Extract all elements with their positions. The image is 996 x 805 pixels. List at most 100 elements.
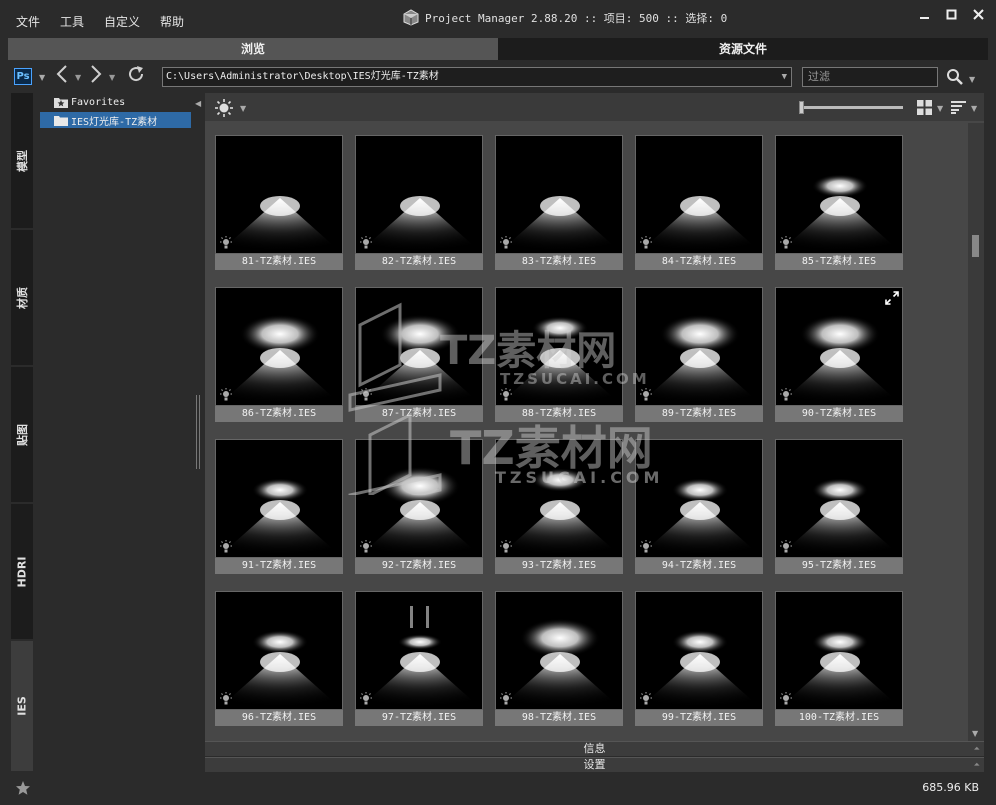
thumbnail-label: 88-TZ素材.IES [495,406,623,422]
search-icon[interactable] [946,68,964,86]
thumbnail-item[interactable]: 88-TZ素材.IES [495,287,623,423]
app-logo-icon [403,9,419,26]
vertical-scrollbar[interactable]: ▼ [968,123,984,741]
side-tab-textures[interactable]: 贴图 [11,367,33,502]
star-icon[interactable] [15,780,31,796]
light-bulb-icon [360,540,372,553]
ies-preview-image [635,439,763,558]
thumbnail-size-slider[interactable] [800,106,903,109]
category-tabs: 模型 材质 贴图 HDRI IES [11,93,33,771]
window-controls [919,9,984,24]
scroll-down-icon[interactable]: ▼ [972,729,978,738]
ies-preview-image [635,591,763,710]
app-dropdown-icon[interactable]: ▼ [39,73,45,82]
light-bulb-icon [780,236,792,249]
search-dropdown-icon[interactable]: ▼ [969,75,975,84]
menu-file[interactable]: 文件 [16,13,40,30]
ies-preview-image [215,287,343,406]
menu-help[interactable]: 帮助 [160,13,184,30]
thumbnail-item[interactable]: 98-TZ素材.IES [495,591,623,727]
thumbnail-item[interactable]: 92-TZ素材.IES [355,439,483,575]
thumbnail-label: 82-TZ素材.IES [355,254,483,270]
thumbnail-item[interactable]: 87-TZ素材.IES [355,287,483,423]
tree-item-favorites[interactable]: Favorites [54,94,125,110]
side-tab-models[interactable]: 模型 [11,93,33,228]
path-input[interactable]: C:\Users\Administrator\Desktop\IES灯光库-TZ… [162,67,792,87]
ies-preview-image [775,439,903,558]
sort-icon[interactable] [951,101,966,114]
slider-handle[interactable] [799,101,804,114]
light-bulb-icon [640,692,652,705]
ies-preview-image [355,287,483,406]
folder-icon [54,115,68,126]
expand-settings-icon[interactable]: ⏶ [974,758,980,772]
thumbnail-item[interactable]: 93-TZ素材.IES [495,439,623,575]
view-dropdown-icon[interactable]: ▼ [937,104,943,113]
settings-panel-header[interactable]: 设置 ⏶ [205,757,984,772]
light-dropdown-icon[interactable]: ▼ [240,104,246,113]
ies-preview-image [495,287,623,406]
side-tab-hdri[interactable]: HDRI [11,504,33,639]
thumbnail-item[interactable]: 91-TZ素材.IES [215,439,343,575]
side-tab-materials[interactable]: 材质 [11,230,33,365]
path-dropdown-icon[interactable]: ▼ [782,68,787,86]
menu-tools[interactable]: 工具 [60,13,84,30]
thumbnail-item[interactable]: 99-TZ素材.IES [635,591,763,727]
light-bulb-icon [500,388,512,401]
thumbnail-item[interactable]: 97-TZ素材.IES [355,591,483,727]
light-bulb-icon [780,540,792,553]
thumbnail-item[interactable]: 84-TZ素材.IES [635,135,763,271]
status-bar: 685.96 KB [0,773,996,805]
thumbnail-item[interactable]: 100-TZ素材.IES [775,591,903,727]
thumbnail-item[interactable]: 89-TZ素材.IES [635,287,763,423]
refresh-button[interactable] [127,65,145,88]
light-icon[interactable] [214,98,234,118]
maximize-icon [946,9,957,20]
forward-button[interactable] [89,64,103,89]
back-button[interactable] [55,64,69,89]
close-icon [973,9,984,20]
thumbnail-label: 90-TZ素材.IES [775,406,903,422]
ies-preview-image [355,591,483,710]
forward-dropdown-icon[interactable]: ▼ [109,73,115,82]
filter-input[interactable]: 过滤 [802,67,938,87]
minimize-button[interactable] [919,9,930,24]
tree-item-ies-library[interactable]: IES灯光库-TZ素材 [40,112,191,128]
collapse-arrow-icon[interactable]: ◀ [195,99,201,108]
light-bulb-icon [780,388,792,401]
tab-browse[interactable]: 浏览 [8,38,498,60]
expand-info-icon[interactable]: ⏶ [974,742,980,756]
path-text: C:\Users\Administrator\Desktop\IES灯光库-TZ… [166,71,439,82]
expand-icon[interactable] [885,291,899,305]
light-bulb-icon [640,540,652,553]
maximize-button[interactable] [946,9,957,24]
thumbnail-label: 87-TZ素材.IES [355,406,483,422]
info-panel-header[interactable]: 信息 ⏶ [205,741,984,756]
close-button[interactable] [973,9,984,24]
thumbnail-item[interactable]: 85-TZ素材.IES [775,135,903,271]
grid-view-icon[interactable] [917,100,932,115]
tab-resources[interactable]: 资源文件 [498,38,988,60]
thumbnail-item[interactable]: 96-TZ素材.IES [215,591,343,727]
back-dropdown-icon[interactable]: ▼ [75,73,81,82]
thumbnail-label: 95-TZ素材.IES [775,558,903,574]
thumbnail-item[interactable]: 95-TZ素材.IES [775,439,903,575]
light-bulb-icon [220,236,232,249]
scrollbar-thumb[interactable] [972,235,979,257]
photoshop-button[interactable]: Ps [14,68,32,85]
splitter-grip[interactable] [196,395,200,469]
thumbnail-item[interactable]: 90-TZ素材.IES [775,287,903,423]
thumbnail-item[interactable]: 81-TZ素材.IES [215,135,343,271]
thumbnail-item[interactable]: 86-TZ素材.IES [215,287,343,423]
title-text: Project Manager 2.88.20 :: 项目: 500 :: 选择… [425,11,728,25]
menu-customize[interactable]: 自定义 [104,13,140,30]
sort-dropdown-icon[interactable]: ▼ [971,104,977,113]
thumbnail-item[interactable]: 94-TZ素材.IES [635,439,763,575]
thumbnail-item[interactable]: 82-TZ素材.IES [355,135,483,271]
side-tab-ies[interactable]: IES [11,641,33,771]
browser-toolbar: ▼ ▼ ▼ [205,93,984,121]
panel-splitter[interactable]: ◀ [193,93,205,771]
light-bulb-icon [220,692,232,705]
thumbnail-label: 85-TZ素材.IES [775,254,903,270]
thumbnail-item[interactable]: 83-TZ素材.IES [495,135,623,271]
